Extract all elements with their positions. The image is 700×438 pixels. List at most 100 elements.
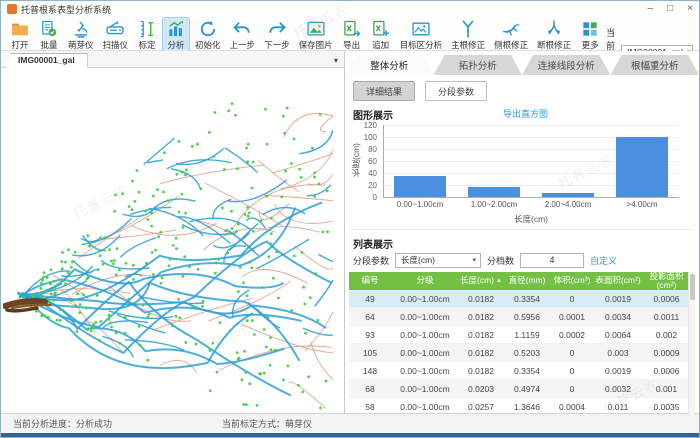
app-window: 托普根系表型分析系统 – □ × 打开批量萌芽仪扫描仪标定分析初始化上一步下一步…: [0, 0, 700, 438]
toolbar-item-undo[interactable]: 上一步: [227, 18, 259, 51]
toolbar-item-scanner[interactable]: 扫描仪: [100, 18, 132, 51]
target-area-icon: [411, 19, 431, 39]
toolbar-item-redo[interactable]: 下一步: [261, 18, 293, 51]
toolbar-item-sprout[interactable]: 萌芽仪: [65, 18, 97, 51]
analysis-icon: [166, 19, 186, 39]
toolbar: 打开批量萌芽仪扫描仪标定分析初始化上一步下一步保存图片导出追加目标区分析主根修正…: [1, 17, 699, 51]
table-row[interactable]: 680.00~1.00cm0.02030.497400.00320.001: [349, 380, 690, 398]
toolbar-item-broken-root[interactable]: 断根修正: [534, 18, 574, 51]
table-row[interactable]: 580.00~1.00cm0.02571.36460.00040.0110.00…: [349, 398, 690, 416]
window-bottom-strip: [1, 433, 699, 437]
scanner-icon: [105, 19, 125, 39]
length-histogram: 0204060801001200.00~1.00cm1.00~2.00cm2.0…: [349, 121, 697, 225]
minimize-button[interactable]: –: [648, 4, 654, 14]
table-scrollbar[interactable]: [688, 272, 695, 414]
histogram-bar: [468, 187, 520, 197]
histogram-bar: [542, 193, 594, 197]
analysis-tabs: 整体分析拓扑分析连接线段分析根幅重分析: [345, 55, 699, 75]
calibration-icon: [137, 19, 157, 39]
undo-icon: [232, 19, 252, 39]
sprout-icon: [71, 19, 91, 39]
bins-count-input[interactable]: [520, 253, 584, 268]
result-subtabs: 详细结果分段参数: [353, 81, 699, 101]
reset-icon: [198, 19, 218, 39]
chevron-down-icon: ▾: [473, 256, 477, 264]
append-icon: [371, 19, 391, 39]
export-histogram-link[interactable]: 导出直方图: [503, 107, 548, 120]
table-row[interactable]: 1050.00~1.00cm0.01820.520300.0030.0009: [349, 344, 690, 362]
table-row[interactable]: 490.00~1.00cm0.01820.335400.00190.0006: [349, 290, 690, 308]
section-divider: [351, 229, 693, 230]
histogram-category-label: 2.00~4.00cm: [531, 200, 605, 209]
toolbar-item-main-root[interactable]: 主根修正: [448, 18, 488, 51]
export-icon: [342, 19, 362, 39]
sort-icon: ▲: [496, 278, 502, 284]
histogram-category-label: >4.00cm: [605, 200, 679, 209]
titlebar: 托普根系表型分析系统 – □ ×: [1, 1, 699, 17]
bins-count-label: 分档数: [487, 254, 514, 267]
app-logo-icon: [7, 4, 17, 14]
toolbar-item-target-area[interactable]: 目标区分析: [397, 18, 446, 51]
table-row[interactable]: 640.00~1.00cm0.01820.59560.00010.00340.0…: [349, 308, 690, 326]
toolbar-item-folder[interactable]: 打开: [7, 18, 33, 51]
scrollbar-thumb[interactable]: [690, 274, 695, 300]
tab-overall-analysis[interactable]: 整体分析: [345, 55, 434, 75]
root-network-image: [3, 70, 341, 410]
toolbar-item-append[interactable]: 追加: [368, 18, 394, 51]
side-root-icon: [501, 19, 521, 39]
image-panel: IMG00001_gal ▾: [1, 51, 345, 413]
column-header[interactable]: 分级: [391, 272, 459, 290]
toolbar-item-more[interactable]: 更多: [577, 18, 603, 51]
calibration-method-status: 当前标定方式：萌芽仪: [222, 417, 312, 430]
redo-icon: [267, 19, 287, 39]
customize-link[interactable]: 自定义: [590, 254, 617, 267]
toolbar-item-reset[interactable]: 初始化: [192, 18, 224, 51]
toolbar-item-batch[interactable]: 批量: [36, 18, 62, 51]
column-header[interactable]: 体积(cm³): [551, 272, 593, 290]
tab-root-width-analysis[interactable]: 根幅重分析: [611, 55, 700, 75]
segment-param-value: 长度(cm): [401, 254, 435, 266]
analysis-panel: 整体分析拓扑分析连接线段分析根幅重分析 详细结果分段参数 图形展示 导出直方图 …: [345, 51, 699, 413]
results-table-wrap: 编号分级长度(cm)▲直径(mm)体积(cm³)表面积(cm²)投影面积(cm²…: [349, 272, 699, 416]
column-header[interactable]: 表面积(cm²): [593, 272, 643, 290]
histogram-category-label: 1.00~2.00cm: [457, 200, 531, 209]
tab-topology-analysis[interactable]: 拓扑分析: [434, 55, 523, 75]
image-tab[interactable]: IMG00001_gal: [5, 53, 88, 68]
window-title: 托普根系表型分析系统: [21, 3, 111, 16]
toolbar-item-side-root[interactable]: 侧根修正: [491, 18, 531, 51]
table-row[interactable]: 930.00~1.00cm0.01821.11590.00020.00640.0…: [349, 326, 690, 344]
results-table: 编号分级长度(cm)▲直径(mm)体积(cm³)表面积(cm²)投影面积(cm²…: [349, 272, 690, 416]
y-axis-label: 长度(cm): [350, 143, 362, 177]
segment-param-select[interactable]: 长度(cm) ▾: [395, 253, 481, 268]
segment-param-label: 分段参数: [353, 254, 389, 267]
table-row[interactable]: 1480.00~1.00cm0.01820.335400.00190.0006: [349, 362, 690, 380]
tab-list-dropdown-icon[interactable]: ▾: [334, 56, 338, 67]
image-tabbar: IMG00001_gal ▾: [1, 51, 344, 68]
histogram-bar: [616, 137, 668, 197]
toolbar-item-analysis[interactable]: 分析: [163, 18, 189, 51]
more-icon: [580, 19, 600, 39]
maximize-button[interactable]: □: [667, 4, 673, 14]
histogram-bar: [394, 176, 446, 197]
toolbar-item-export[interactable]: 导出: [339, 18, 365, 51]
segment-controls: 分段参数 长度(cm) ▾ 分档数 自定义: [353, 252, 699, 268]
toolbar-item-calibration[interactable]: 标定: [134, 18, 160, 51]
main-root-icon: [458, 19, 478, 39]
column-header[interactable]: 编号: [349, 272, 391, 290]
column-header[interactable]: 长度(cm)▲: [459, 272, 503, 290]
x-axis-label: 长度(cm): [383, 213, 679, 225]
broken-root-icon: [544, 19, 564, 39]
close-button[interactable]: ×: [687, 4, 693, 14]
histogram-category-label: 0.00~1.00cm: [383, 200, 457, 209]
tab-line-segment-analysis[interactable]: 连接线段分析: [522, 55, 611, 75]
list-section-title: 列表展示: [353, 240, 393, 251]
column-header[interactable]: 直径(mm): [503, 272, 551, 290]
batch-icon: [39, 19, 59, 39]
column-header[interactable]: 投影面积(cm²): [643, 272, 690, 290]
root-image-canvas[interactable]: [1, 68, 344, 413]
toolbar-item-save-image[interactable]: 保存图片: [296, 18, 336, 51]
analysis-progress-status: 当前分析进度：分析成功: [13, 417, 112, 430]
subtab-segment-params[interactable]: 分段参数: [425, 81, 487, 101]
subtab-detailed-results[interactable]: 详细结果: [353, 81, 415, 101]
save-image-icon: [306, 19, 326, 39]
